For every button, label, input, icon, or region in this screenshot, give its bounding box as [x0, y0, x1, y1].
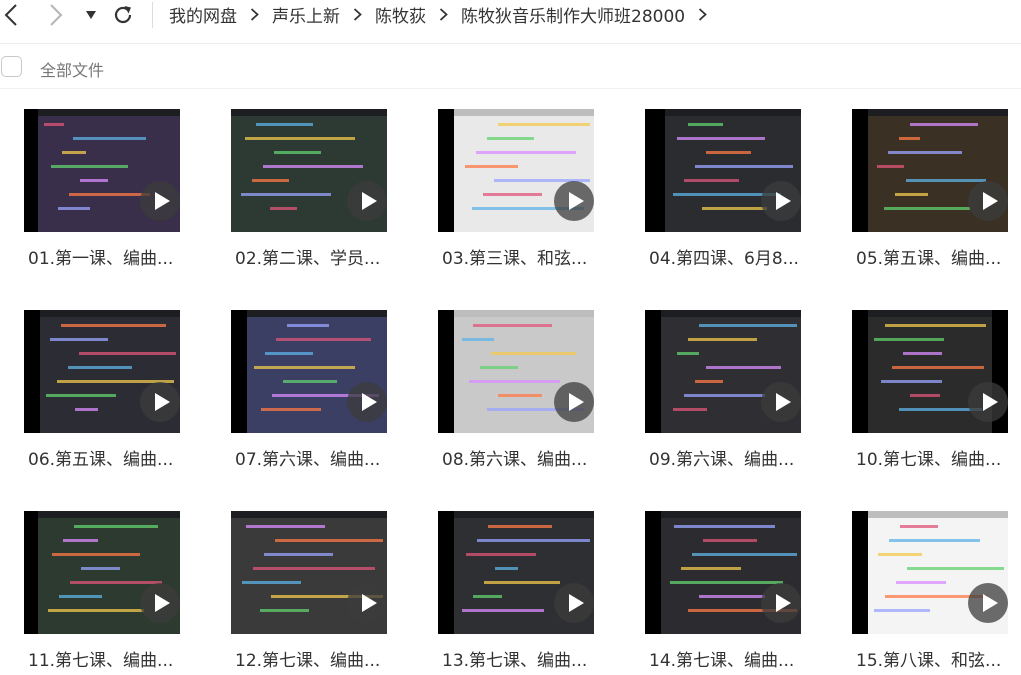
- play-icon[interactable]: [347, 382, 387, 422]
- breadcrumb-item-current[interactable]: 陈牧狄音乐制作大师班28000: [461, 2, 685, 27]
- file-name: 02.第二课、学员...: [235, 249, 381, 269]
- video-thumbnail[interactable]: [645, 511, 801, 634]
- video-thumbnail[interactable]: [231, 109, 387, 232]
- play-icon[interactable]: [140, 583, 180, 623]
- file-name: 15.第八课、和弦...: [856, 651, 1002, 671]
- file-name: 14.第七课、编曲...: [649, 651, 795, 671]
- play-icon[interactable]: [140, 382, 180, 422]
- breadcrumb-separator-icon: [353, 7, 362, 21]
- play-icon[interactable]: [554, 583, 594, 623]
- top-toolbar: 我的网盘 声乐上新 陈牧荻 陈牧狄音乐制作大师班28000: [0, 0, 1021, 44]
- video-thumbnail[interactable]: [24, 109, 180, 232]
- breadcrumb: 我的网盘 声乐上新 陈牧荻 陈牧狄音乐制作大师班28000: [169, 0, 720, 28]
- file-name: 06.第五课、编曲...: [28, 450, 174, 470]
- video-thumbnail[interactable]: [645, 109, 801, 232]
- toolbar-divider: [152, 2, 153, 28]
- video-thumbnail[interactable]: [852, 109, 1008, 232]
- play-icon[interactable]: [761, 382, 801, 422]
- video-thumbnail[interactable]: [24, 310, 180, 433]
- chevron-right-icon: [50, 4, 63, 26]
- file-name: 08.第六课、编曲...: [442, 450, 588, 470]
- file-name: 10.第七课、编曲...: [856, 450, 1002, 470]
- file-name: 09.第六课、编曲...: [649, 450, 795, 470]
- file-name: 04.第四课、6月8...: [649, 249, 799, 269]
- refresh-button[interactable]: [110, 0, 136, 30]
- video-thumbnail[interactable]: [438, 310, 594, 433]
- file-name: 05.第五课、编曲...: [856, 249, 1002, 269]
- breadcrumb-separator-icon: [439, 7, 448, 21]
- video-thumbnail[interactable]: [645, 310, 801, 433]
- file-name: 07.第六课、编曲...: [235, 450, 381, 470]
- play-icon[interactable]: [761, 181, 801, 221]
- file-name: 01.第一课、编曲...: [28, 249, 174, 269]
- video-thumbnail[interactable]: [231, 310, 387, 433]
- forward-button[interactable]: [44, 0, 68, 30]
- file-name: 03.第三课、和弦...: [442, 249, 588, 269]
- file-name: 13.第七课、编曲...: [442, 651, 588, 671]
- breadcrumb-item-folder[interactable]: 声乐上新: [272, 2, 340, 27]
- caret-down-icon: [86, 11, 96, 19]
- file-name: 11.第七课、编曲...: [28, 651, 174, 671]
- video-thumbnail[interactable]: [852, 511, 1008, 634]
- play-icon[interactable]: [968, 382, 1008, 422]
- play-icon[interactable]: [347, 583, 387, 623]
- play-icon[interactable]: [968, 181, 1008, 221]
- play-icon[interactable]: [968, 583, 1008, 623]
- select-all-checkbox[interactable]: [1, 56, 22, 77]
- breadcrumb-expand-icon[interactable]: [698, 7, 707, 21]
- history-dropdown-button[interactable]: [82, 0, 100, 30]
- play-icon[interactable]: [554, 181, 594, 221]
- refresh-icon: [114, 6, 132, 24]
- video-thumbnail[interactable]: [231, 511, 387, 634]
- play-icon[interactable]: [554, 382, 594, 422]
- select-all-label: 全部文件: [40, 61, 105, 80]
- chevron-left-icon: [4, 4, 17, 26]
- back-button[interactable]: [0, 0, 22, 30]
- breadcrumb-item-folder[interactable]: 陈牧荻: [375, 2, 426, 27]
- video-thumbnail[interactable]: [438, 511, 594, 634]
- breadcrumb-separator-icon: [250, 7, 259, 21]
- video-thumbnail[interactable]: [24, 511, 180, 634]
- file-name: 12.第七课、编曲...: [235, 651, 381, 671]
- play-icon[interactable]: [761, 583, 801, 623]
- play-icon[interactable]: [347, 181, 387, 221]
- breadcrumb-item-root[interactable]: 我的网盘: [169, 2, 237, 27]
- video-thumbnail[interactable]: [438, 109, 594, 232]
- play-icon[interactable]: [140, 181, 180, 221]
- header-divider: [0, 88, 1021, 89]
- video-thumbnail[interactable]: [852, 310, 1008, 433]
- select-all-bar: 全部文件: [0, 52, 1021, 82]
